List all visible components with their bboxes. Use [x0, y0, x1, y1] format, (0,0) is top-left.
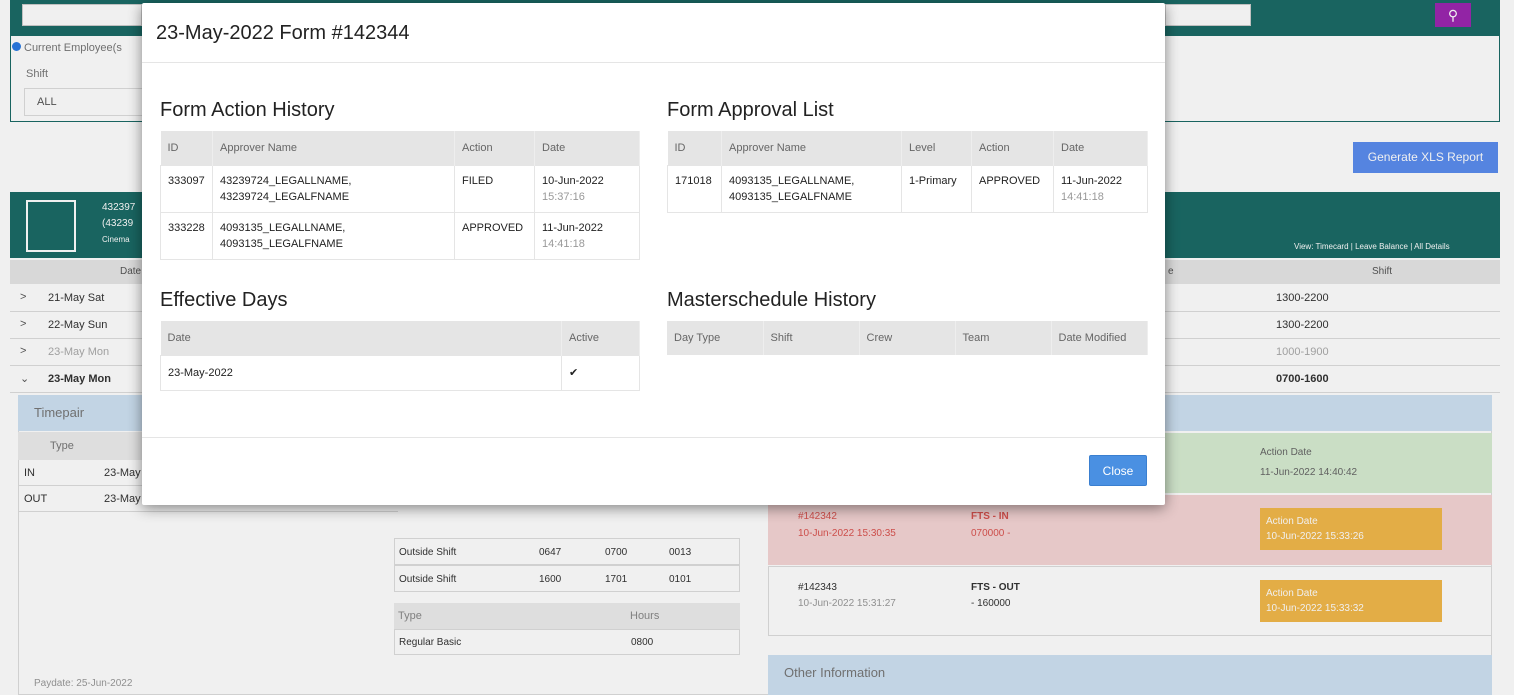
close-button[interactable]: Close [1089, 455, 1147, 486]
effective-days-table: Date Active 23-May-2022 ✔ [160, 321, 640, 391]
table-header-row: ID Approver Name Action Date [160, 131, 640, 165]
form-action-history-title: Form Action History [160, 99, 335, 121]
modal-title: 23-May-2022 Form #142344 [156, 22, 410, 44]
table-header-row: ID Approver Name Level Action Date [667, 131, 1148, 165]
table-header-row: Date Active [160, 321, 640, 355]
check-icon: ✔ [561, 354, 640, 391]
table-row: 171018 4093135_LEGALLNAME, 4093135_LEGALF… [667, 164, 1148, 213]
form-action-history-table: ID Approver Name Action Date 333097 4323… [160, 131, 640, 260]
table-row: 23-May-2022 ✔ [160, 354, 640, 391]
modal-header: 23-May-2022 Form #142344 [142, 3, 1165, 63]
masterschedule-history-title: Masterschedule History [667, 289, 876, 311]
effective-days-title: Effective Days [160, 289, 288, 311]
modal-footer [142, 437, 1165, 505]
form-approval-list-table: ID Approver Name Level Action Date 17101… [667, 131, 1148, 213]
table-row: 333228 4093135_LEGALLNAME, 4093135_LEGALF… [160, 211, 640, 260]
table-header-row: Day Type Shift Crew Team Date Modified [667, 321, 1148, 355]
form-approval-list-title: Form Approval List [667, 99, 834, 121]
masterschedule-history-table: Day Type Shift Crew Team Date Modified [667, 321, 1148, 355]
table-row: 333097 43239724_LEGALLNAME, 43239724_LEGA… [160, 164, 640, 213]
form-detail-modal: 23-May-2022 Form #142344 Form Action His… [142, 3, 1165, 505]
